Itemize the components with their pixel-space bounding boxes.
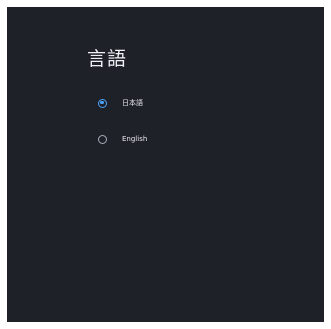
radio-checked-icon[interactable] bbox=[98, 98, 107, 108]
radio-unchecked-icon[interactable] bbox=[98, 134, 107, 144]
language-option-label: English bbox=[122, 134, 148, 143]
page-title: 言語 bbox=[87, 48, 128, 70]
language-option-japanese[interactable]: 日本語 bbox=[98, 96, 143, 110]
language-option-english[interactable]: English bbox=[98, 132, 147, 146]
language-option-label: 日本語 bbox=[122, 98, 143, 107]
language-settings-panel: 言語 日本語 English bbox=[7, 7, 324, 322]
